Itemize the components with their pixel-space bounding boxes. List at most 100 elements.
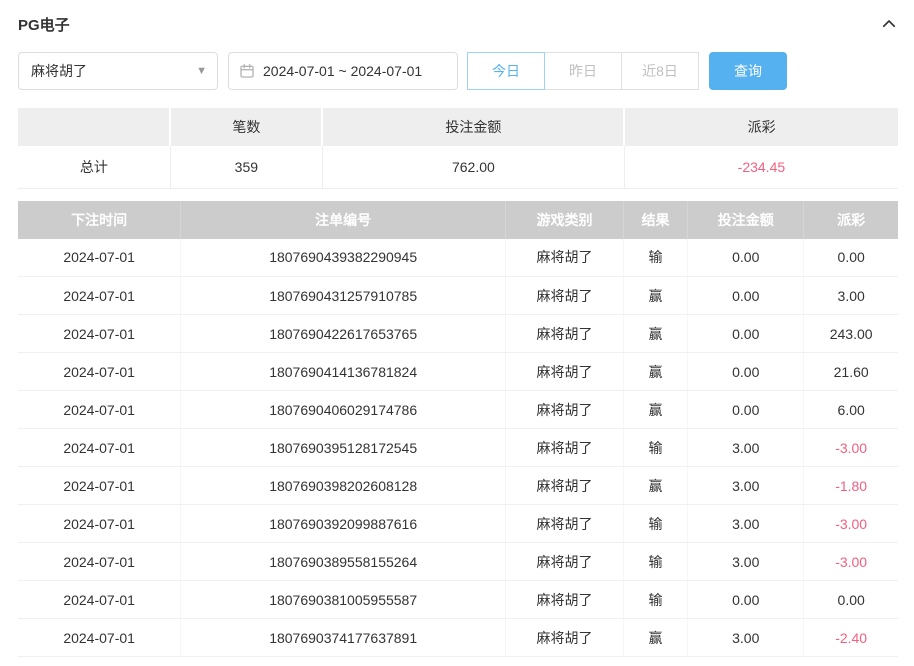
game-category-cell: 麻将胡了 [506, 391, 624, 429]
filter-row: 麻将胡了 ▼ 2024-07-01 ~ 2024-07-01 今日 昨日 近8日… [18, 52, 898, 90]
summary-table: 笔数 投注金额 派彩 总计 359 762.00 -234.45 [18, 108, 898, 189]
game-select-value: 麻将胡了 [31, 61, 87, 81]
header-payout: 派彩 [804, 201, 898, 239]
game-category-cell: 麻将胡了 [506, 353, 624, 391]
game-select[interactable]: 麻将胡了 ▼ [18, 52, 218, 90]
result-cell: 赢 [623, 353, 687, 391]
result-cell: 输 [623, 429, 687, 467]
table-row: 2024-07-011807690392099887616麻将胡了输3.00-3… [18, 505, 898, 543]
last-8-days-button[interactable]: 近8日 [621, 52, 699, 90]
bet-table-body: 2024-07-011807690439382290945麻将胡了输0.000.… [18, 239, 898, 657]
header-game-category: 游戏类别 [506, 201, 624, 239]
bet-amount-cell: 0.00 [688, 277, 804, 315]
collapse-chevron-up-icon[interactable] [880, 15, 898, 33]
summary-header-payout: 派彩 [624, 108, 898, 146]
table-row: 2024-07-011807690374177637891麻将胡了赢3.00-2… [18, 619, 898, 657]
search-button[interactable]: 查询 [709, 52, 787, 90]
bet-amount-cell: 0.00 [688, 353, 804, 391]
game-category-cell: 麻将胡了 [506, 277, 624, 315]
summary-header-blank [18, 108, 170, 146]
result-cell: 赢 [623, 467, 687, 505]
bet-id-cell: 1807690398202608128 [181, 467, 506, 505]
payout-cell: 21.60 [804, 353, 898, 391]
table-row: 2024-07-011807690381005955587麻将胡了输0.000.… [18, 581, 898, 619]
summary-total-row: 总计 359 762.00 -234.45 [18, 146, 898, 188]
quick-range-group: 今日 昨日 近8日 [468, 52, 699, 90]
payout-cell: 6.00 [804, 391, 898, 429]
result-cell: 赢 [623, 315, 687, 353]
game-category-cell: 麻将胡了 [506, 619, 624, 657]
bet-time-cell: 2024-07-01 [18, 391, 181, 429]
result-cell: 赢 [623, 391, 687, 429]
payout-cell: 3.00 [804, 277, 898, 315]
result-cell: 赢 [623, 619, 687, 657]
summary-total-count: 359 [170, 146, 322, 188]
bet-time-cell: 2024-07-01 [18, 277, 181, 315]
bet-id-cell: 1807690389558155264 [181, 543, 506, 581]
table-row: 2024-07-011807690414136781824麻将胡了赢0.0021… [18, 353, 898, 391]
bet-time-cell: 2024-07-01 [18, 505, 181, 543]
bet-id-cell: 1807690422617653765 [181, 315, 506, 353]
bet-time-cell: 2024-07-01 [18, 619, 181, 657]
bet-id-cell: 1807690395128172545 [181, 429, 506, 467]
today-button[interactable]: 今日 [467, 52, 545, 90]
table-row: 2024-07-011807690422617653765麻将胡了赢0.0024… [18, 315, 898, 353]
bet-id-cell: 1807690439382290945 [181, 239, 506, 277]
bet-time-cell: 2024-07-01 [18, 315, 181, 353]
bet-id-cell: 1807690381005955587 [181, 581, 506, 619]
table-row: 2024-07-011807690406029174786麻将胡了赢0.006.… [18, 391, 898, 429]
table-row: 2024-07-011807690439382290945麻将胡了输0.000.… [18, 239, 898, 277]
bet-amount-cell: 0.00 [688, 391, 804, 429]
bet-records-table: 下注时间 注单编号 游戏类别 结果 投注金额 派彩 2024-07-011807… [18, 201, 898, 658]
bet-amount-cell: 3.00 [688, 505, 804, 543]
table-row: 2024-07-011807690389558155264麻将胡了输3.00-3… [18, 543, 898, 581]
summary-header-bet-amount: 投注金额 [322, 108, 624, 146]
payout-cell: 0.00 [804, 239, 898, 277]
bet-amount-cell: 0.00 [688, 239, 804, 277]
bet-time-cell: 2024-07-01 [18, 581, 181, 619]
game-category-cell: 麻将胡了 [506, 315, 624, 353]
bet-amount-cell: 3.00 [688, 429, 804, 467]
game-category-cell: 麻将胡了 [506, 543, 624, 581]
bet-amount-cell: 3.00 [688, 619, 804, 657]
betting-records-panel: PG电子 麻将胡了 ▼ 2024-07-01 ~ 2024-07-01 今日 昨… [0, 0, 914, 657]
bet-amount-cell: 0.00 [688, 315, 804, 353]
header-bet-amount: 投注金额 [688, 201, 804, 239]
summary-total-payout: -234.45 [624, 146, 898, 188]
game-category-cell: 麻将胡了 [506, 429, 624, 467]
bet-id-cell: 1807690392099887616 [181, 505, 506, 543]
table-row: 2024-07-011807690395128172545麻将胡了输3.00-3… [18, 429, 898, 467]
payout-cell: -2.40 [804, 619, 898, 657]
game-category-cell: 麻将胡了 [506, 239, 624, 277]
bet-time-cell: 2024-07-01 [18, 467, 181, 505]
summary-header-row: 笔数 投注金额 派彩 [18, 108, 898, 146]
game-category-cell: 麻将胡了 [506, 505, 624, 543]
panel-header: PG电子 [18, 0, 898, 48]
bet-id-cell: 1807690414136781824 [181, 353, 506, 391]
payout-cell: -1.80 [804, 467, 898, 505]
payout-cell: -3.00 [804, 505, 898, 543]
bet-time-cell: 2024-07-01 [18, 429, 181, 467]
payout-cell: 243.00 [804, 315, 898, 353]
payout-cell: 0.00 [804, 581, 898, 619]
yesterday-button[interactable]: 昨日 [544, 52, 622, 90]
bet-id-cell: 1807690374177637891 [181, 619, 506, 657]
game-category-cell: 麻将胡了 [506, 581, 624, 619]
date-range-picker[interactable]: 2024-07-01 ~ 2024-07-01 [228, 52, 458, 90]
calendar-icon [239, 63, 255, 79]
bet-id-cell: 1807690431257910785 [181, 277, 506, 315]
bet-time-cell: 2024-07-01 [18, 543, 181, 581]
table-row: 2024-07-011807690431257910785麻将胡了赢0.003.… [18, 277, 898, 315]
header-bet-time: 下注时间 [18, 201, 181, 239]
result-cell: 输 [623, 239, 687, 277]
result-cell: 输 [623, 505, 687, 543]
summary-total-bet-amount: 762.00 [322, 146, 624, 188]
payout-cell: -3.00 [804, 543, 898, 581]
bet-amount-cell: 3.00 [688, 543, 804, 581]
date-range-value: 2024-07-01 ~ 2024-07-01 [263, 63, 422, 79]
panel-title: PG电子 [18, 14, 70, 35]
header-result: 结果 [623, 201, 687, 239]
bet-table-header-row: 下注时间 注单编号 游戏类别 结果 投注金额 派彩 [18, 201, 898, 239]
result-cell: 输 [623, 581, 687, 619]
bet-amount-cell: 0.00 [688, 581, 804, 619]
